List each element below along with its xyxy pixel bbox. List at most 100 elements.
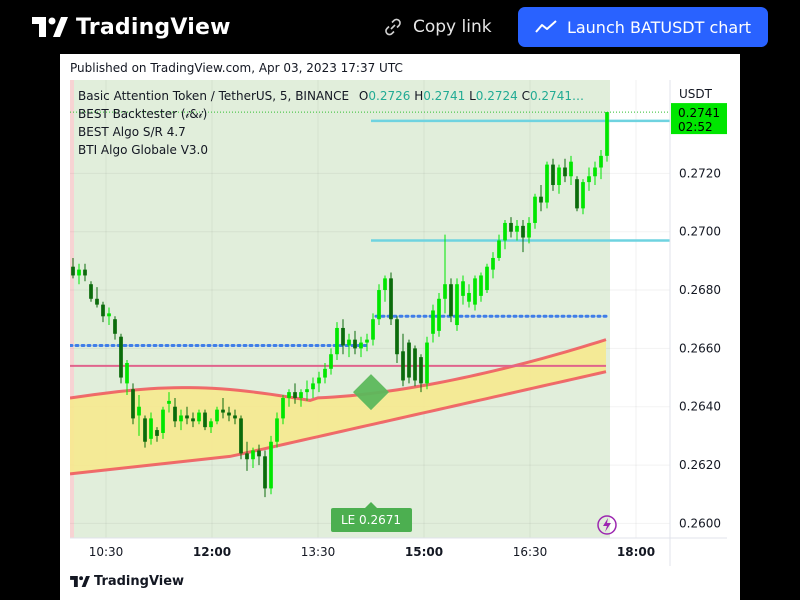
footer-brand: TradingView [94,574,185,589]
candle-body [377,290,381,320]
tradingview-logo[interactable]: TradingView [32,12,231,42]
candle-body [533,196,537,223]
candle-body [227,412,231,416]
candle-body [455,284,459,326]
candle [413,345,417,387]
candle-body [413,348,417,381]
candle [455,278,459,331]
candle-body [551,164,555,186]
legend-indicator-algo-sr[interactable]: BEST Algo S/R 4.7 [78,123,584,141]
candle-body [233,415,237,419]
candle [437,292,441,337]
candle-body [473,278,477,305]
candle-body [299,392,303,398]
candle-body [347,339,351,346]
candle-body [263,456,267,489]
candle-body [269,441,273,489]
published-caption: Published on TradingView.com, Apr 03, 20… [70,61,403,75]
time-axis[interactable]: 10:30 12:00 13:30 15:00 16:30 18:00 [89,545,655,559]
time-tick-label: 16:30 [513,545,548,559]
candle-body [149,418,153,439]
candle-body [425,342,429,384]
candle-body [539,196,543,203]
candle-body [521,225,525,238]
candle [389,272,393,326]
candle-body [221,409,225,413]
candle [449,278,453,323]
candle-body [431,310,435,334]
footer-logo[interactable]: TradingView [70,574,184,589]
candle-body [125,362,129,384]
candle [203,409,207,431]
high-label: H [414,89,424,103]
legend-indicator-backtester[interactable]: BEST Backtester (𝒾&𝒾) [78,105,584,123]
candle [377,284,381,326]
candle-body [383,278,387,291]
candle-body [203,412,207,428]
candle-body [131,389,135,419]
candle-body [605,112,609,156]
brand-name: TradingView [76,14,231,40]
candle-body [167,400,171,404]
copy-link-label: Copy link [413,17,492,37]
candle-body [107,313,111,317]
trend-line-icon [535,20,557,33]
candle [575,176,579,212]
time-tick-label: 13:30 [301,545,336,559]
candle-body [461,281,465,296]
price-axis-currency: USDT [679,87,713,101]
candle-body [479,275,483,296]
tradingview-footer-icon [70,576,90,587]
candle-body [419,357,423,384]
low-label: L [469,89,476,103]
candle-body [401,351,405,381]
low-value: 0.2724 [475,89,518,103]
launch-chart-button[interactable]: Launch BATUSDT chart [518,7,768,47]
candle-body [215,409,219,422]
candle-body [185,415,189,419]
candle-body [317,377,321,384]
candle-body [563,167,567,177]
candle-body [593,167,597,177]
candle-body [191,418,195,422]
candle-body [545,164,549,203]
candle-body [209,421,213,428]
legend-ohlc: O0.2726 H0.2741 L0.2724 C0.2741… [359,89,584,103]
candle-body [389,278,393,320]
candle-body [515,225,519,232]
price-tick-label: 0.2600 [679,516,721,530]
candle-body [509,222,513,232]
chart-legend: Basic Attention Token / TetherUS, 5, BIN… [78,87,584,159]
candle-body [101,304,105,317]
top-bar: TradingView Copy link Launch BATUSDT cha… [0,0,800,54]
candle-body [491,257,495,270]
candle-body [341,327,345,346]
candle-body [293,392,297,398]
close-label: C [521,89,530,103]
candle [119,333,123,384]
candle [89,281,93,302]
candle-body [485,266,489,291]
legend-indicator-bti[interactable]: BTI Algo Globale V3.0 [78,141,584,159]
price-axis[interactable]: USDT 0.2720 0.2700 0.2680 0.2660 0.2640 0.2620… [671,87,727,530]
candle-body [239,418,243,454]
candle-body [257,450,261,457]
close-value: 0.2741… [529,89,584,103]
open-value: 0.2726 [368,89,411,103]
candle-body [311,383,315,390]
candle-body [245,453,249,460]
candle [407,339,411,384]
candle-body [77,269,81,276]
candle-body [197,412,201,422]
candle-body [119,336,123,378]
candle-body [407,342,411,378]
price-tick-label: 0.2680 [679,283,721,297]
copy-link-button[interactable]: Copy link [383,12,492,42]
candle-body [497,240,501,258]
legend-symbol-row[interactable]: Basic Attention Token / TetherUS, 5, BIN… [78,87,584,105]
high-value: 0.2741 [423,89,466,103]
candle [131,383,135,425]
candle-body [173,406,177,422]
candle-body [251,450,255,460]
link-icon [385,18,401,36]
